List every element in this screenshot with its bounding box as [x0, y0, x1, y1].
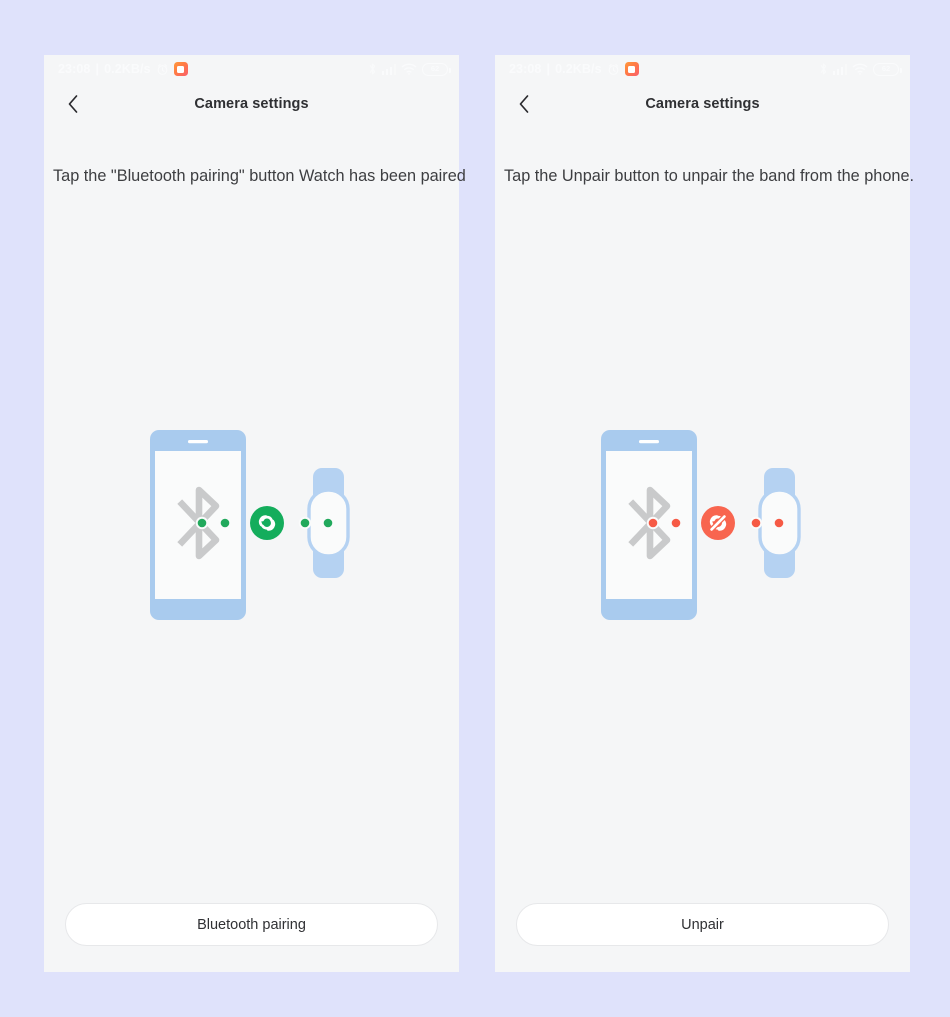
- action-button-container: Bluetooth pairing: [44, 903, 459, 972]
- bluetooth-pairing-button[interactable]: Bluetooth pairing: [65, 903, 438, 946]
- wifi-icon: [401, 63, 417, 75]
- mi-fit-app-icon: [624, 62, 639, 76]
- phone-band-unpair-illustration: [600, 430, 801, 621]
- cellular-signal-icon: [832, 64, 847, 75]
- status-network-speed: 0.2KB/s: [555, 62, 602, 76]
- back-button[interactable]: [60, 91, 86, 117]
- status-bar-left: 23:08 | 0.2KB/s: [509, 62, 639, 76]
- action-button-container: Unpair: [495, 903, 910, 972]
- battery-level: 62: [430, 64, 440, 74]
- status-bar-right: 62: [819, 62, 902, 76]
- status-separator: |: [546, 62, 551, 76]
- chevron-left-icon: [68, 95, 78, 113]
- phone-band-pairing-illustration: [149, 430, 350, 621]
- unpair-button[interactable]: Unpair: [516, 903, 889, 946]
- status-bar: 23:08 | 0.2KB/s 62: [495, 55, 910, 83]
- page-title: Camera settings: [194, 96, 309, 112]
- status-bar-left: 23:08 | 0.2KB/s: [58, 62, 188, 76]
- status-separator: |: [95, 62, 100, 76]
- alarm-clock-icon: [608, 63, 619, 75]
- status-bar-right: 62: [368, 62, 451, 76]
- status-bar: 23:08 | 0.2KB/s 62: [44, 55, 459, 83]
- phone-speaker: [638, 440, 659, 444]
- illustration-container: [495, 187, 910, 903]
- hint-text: Tap the Unpair button to unpair the band…: [504, 167, 915, 185]
- connection-status-badge: [249, 506, 284, 541]
- app-bar: Camera settings: [44, 83, 459, 125]
- battery-icon: 62: [422, 62, 451, 76]
- bluetooth-icon: [820, 63, 826, 75]
- app-bar: Camera settings: [495, 83, 910, 125]
- alarm-clock-icon: [157, 63, 168, 75]
- mi-fit-app-icon: [173, 62, 188, 76]
- wifi-icon: [852, 63, 868, 75]
- screenshot-stage: 23:08 | 0.2KB/s 62 Camera settings Tap t…: [0, 0, 950, 1017]
- battery-icon: 62: [873, 62, 902, 76]
- phone-panel-unpair: 23:08 | 0.2KB/s 62 Camera settings Tap t…: [495, 55, 915, 972]
- connection-status-badge: [700, 506, 735, 541]
- status-time: 23:08: [509, 62, 542, 76]
- status-time: 23:08: [58, 62, 91, 76]
- illustration-container: [44, 187, 459, 903]
- page-title: Camera settings: [645, 96, 760, 112]
- chevron-left-icon: [519, 95, 529, 113]
- phone-panel-paired: 23:08 | 0.2KB/s 62 Camera settings Tap t…: [44, 55, 466, 972]
- phone-speaker: [187, 440, 208, 444]
- hint-text: Tap the "Bluetooth pairing" button Watch…: [53, 167, 466, 185]
- cellular-signal-icon: [381, 64, 396, 75]
- battery-level: 62: [881, 64, 891, 74]
- bluetooth-icon: [369, 63, 375, 75]
- link-broken-icon: [707, 512, 728, 534]
- back-button[interactable]: [511, 91, 537, 117]
- status-network-speed: 0.2KB/s: [104, 62, 151, 76]
